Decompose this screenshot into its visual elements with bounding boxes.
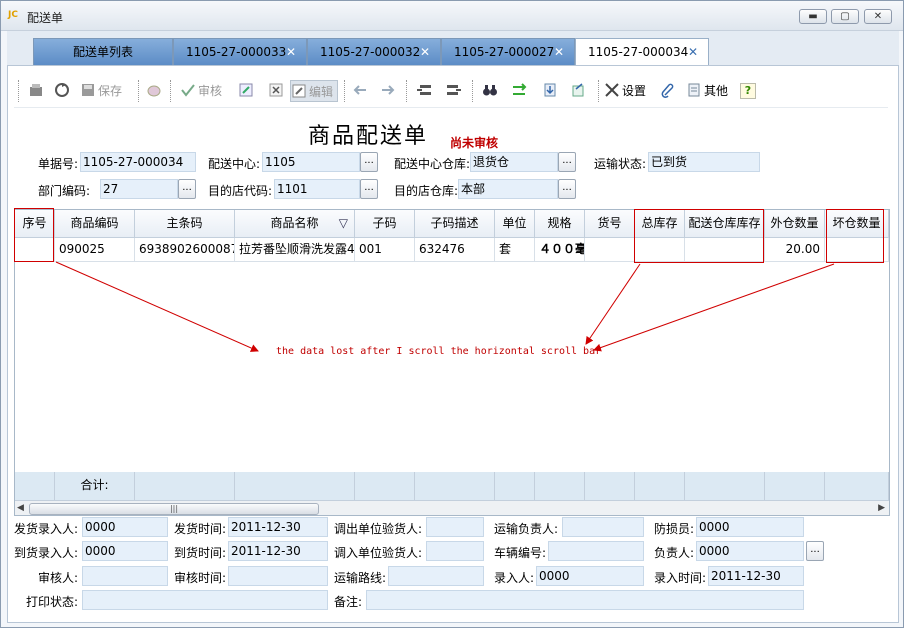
out-inspector-label: 调出单位验货人: <box>334 522 423 536</box>
audit-time-label: 审核时间: <box>174 571 227 585</box>
app-logo-icon: JC <box>8 10 18 20</box>
ship-time-field[interactable]: 2011-12-30 <box>228 517 328 537</box>
ship-entry-field[interactable]: 0000 <box>82 517 168 537</box>
tab-label: 1105-27-000032 <box>320 45 421 59</box>
loss-prevention-label: 防损员: <box>654 522 695 536</box>
ship-time-label: 发货时间: <box>174 522 227 536</box>
print-status-label: 打印状态: <box>26 595 79 609</box>
footer-cell <box>235 472 355 500</box>
annotation-arrows <box>55 261 835 352</box>
close-window-button[interactable]: ✕ <box>864 9 892 24</box>
footer-cell <box>15 472 55 500</box>
tab-close-icon[interactable]: ✕ <box>688 39 698 65</box>
footer-cell <box>535 472 585 500</box>
loss-prevention-field[interactable]: 0000 <box>696 517 804 537</box>
footer-cell <box>415 472 495 500</box>
manager-picker-button[interactable]: ... <box>806 541 824 561</box>
horizontal-scrollbar[interactable]: ◀ ||| ▶ <box>15 500 889 515</box>
arrive-time-label: 到货时间: <box>174 546 227 560</box>
tab-label: 1105-27-000033 <box>186 45 287 59</box>
footer-cell <box>685 472 765 500</box>
tab-000033[interactable]: 1105-27-000033 ✕ <box>173 38 307 65</box>
annotation-note: the data lost after I scroll the horizon… <box>276 346 602 357</box>
tab-label: 1105-27-000034 <box>588 45 689 59</box>
footer-cell <box>355 472 415 500</box>
tab-close-icon[interactable]: ✕ <box>554 39 564 65</box>
minimize-button[interactable]: ▬ <box>799 9 827 24</box>
tab-close-icon[interactable]: ✕ <box>286 39 296 65</box>
transport-manager-label: 运输负责人: <box>494 522 559 536</box>
title-bar: JC 配送单 ▬ ▢ ✕ <box>1 1 903 31</box>
auditor-field[interactable] <box>82 566 168 586</box>
maximize-button[interactable]: ▢ <box>831 9 859 24</box>
transport-manager-field[interactable] <box>562 517 644 537</box>
in-inspector-label: 调入单位验货人: <box>334 546 423 560</box>
arrive-entry-label: 到货录入人: <box>14 546 79 560</box>
auditor-label: 审核人: <box>38 571 79 585</box>
vehicle-no-field[interactable] <box>548 541 644 561</box>
in-inspector-field[interactable] <box>426 541 484 561</box>
tab-label: 1105-27-000027 <box>454 45 555 59</box>
manager-field[interactable]: 0000 <box>696 541 804 561</box>
footer-total-label: 合计: <box>55 472 135 500</box>
window-title: 配送单 <box>27 11 64 25</box>
footer-cell <box>765 472 825 500</box>
entered-by-label: 录入人: <box>494 571 535 585</box>
manager-label: 负责人: <box>654 546 695 560</box>
footer-cell <box>825 472 889 500</box>
entered-by-field[interactable]: 0000 <box>536 566 644 586</box>
tab-000027[interactable]: 1105-27-000027 ✕ <box>441 38 575 65</box>
tab-close-icon[interactable]: ✕ <box>420 39 430 65</box>
remark-label: 备注: <box>334 595 363 609</box>
footer-cell <box>135 472 235 500</box>
document-panel: 保存 审核 编辑 设置 其他 ? 商品配送单 尚未审核 单据号: 1105-27… <box>7 65 899 623</box>
tab-000034[interactable]: 1105-27-000034 ✕ <box>575 38 709 65</box>
scroll-left-icon[interactable]: ◀ <box>17 503 24 513</box>
route-label: 运输路线: <box>334 571 387 585</box>
arrive-entry-field[interactable]: 0000 <box>82 541 168 561</box>
tab-000032[interactable]: 1105-27-000032 ✕ <box>307 38 441 65</box>
footer-cell <box>635 472 685 500</box>
scroll-thumb[interactable]: ||| <box>29 503 319 515</box>
entry-time-label: 录入时间: <box>654 571 707 585</box>
app-window: JC 配送单 ▬ ▢ ✕ 配送单列表 1105-27-000033 ✕ 1105-… <box>0 0 904 628</box>
document-tabs: 配送单列表 1105-27-000033 ✕ 1105-27-000032 ✕ 11… <box>7 31 899 65</box>
ship-entry-label: 发货录入人: <box>14 522 79 536</box>
route-field[interactable] <box>388 566 484 586</box>
audit-time-field[interactable] <box>228 566 328 586</box>
entry-time-field[interactable]: 2011-12-30 <box>708 566 804 586</box>
arrive-time-field[interactable]: 2011-12-30 <box>228 541 328 561</box>
scroll-right-icon[interactable]: ▶ <box>878 503 885 513</box>
tab-label: 配送单列表 <box>72 45 133 59</box>
remark-field[interactable] <box>366 590 804 610</box>
tab-delivery-list[interactable]: 配送单列表 <box>33 38 173 65</box>
footer-cell <box>585 472 635 500</box>
out-inspector-field[interactable] <box>426 517 484 537</box>
vehicle-no-label: 车辆编号: <box>494 546 547 560</box>
footer-cell <box>495 472 535 500</box>
print-status-field[interactable] <box>82 590 328 610</box>
